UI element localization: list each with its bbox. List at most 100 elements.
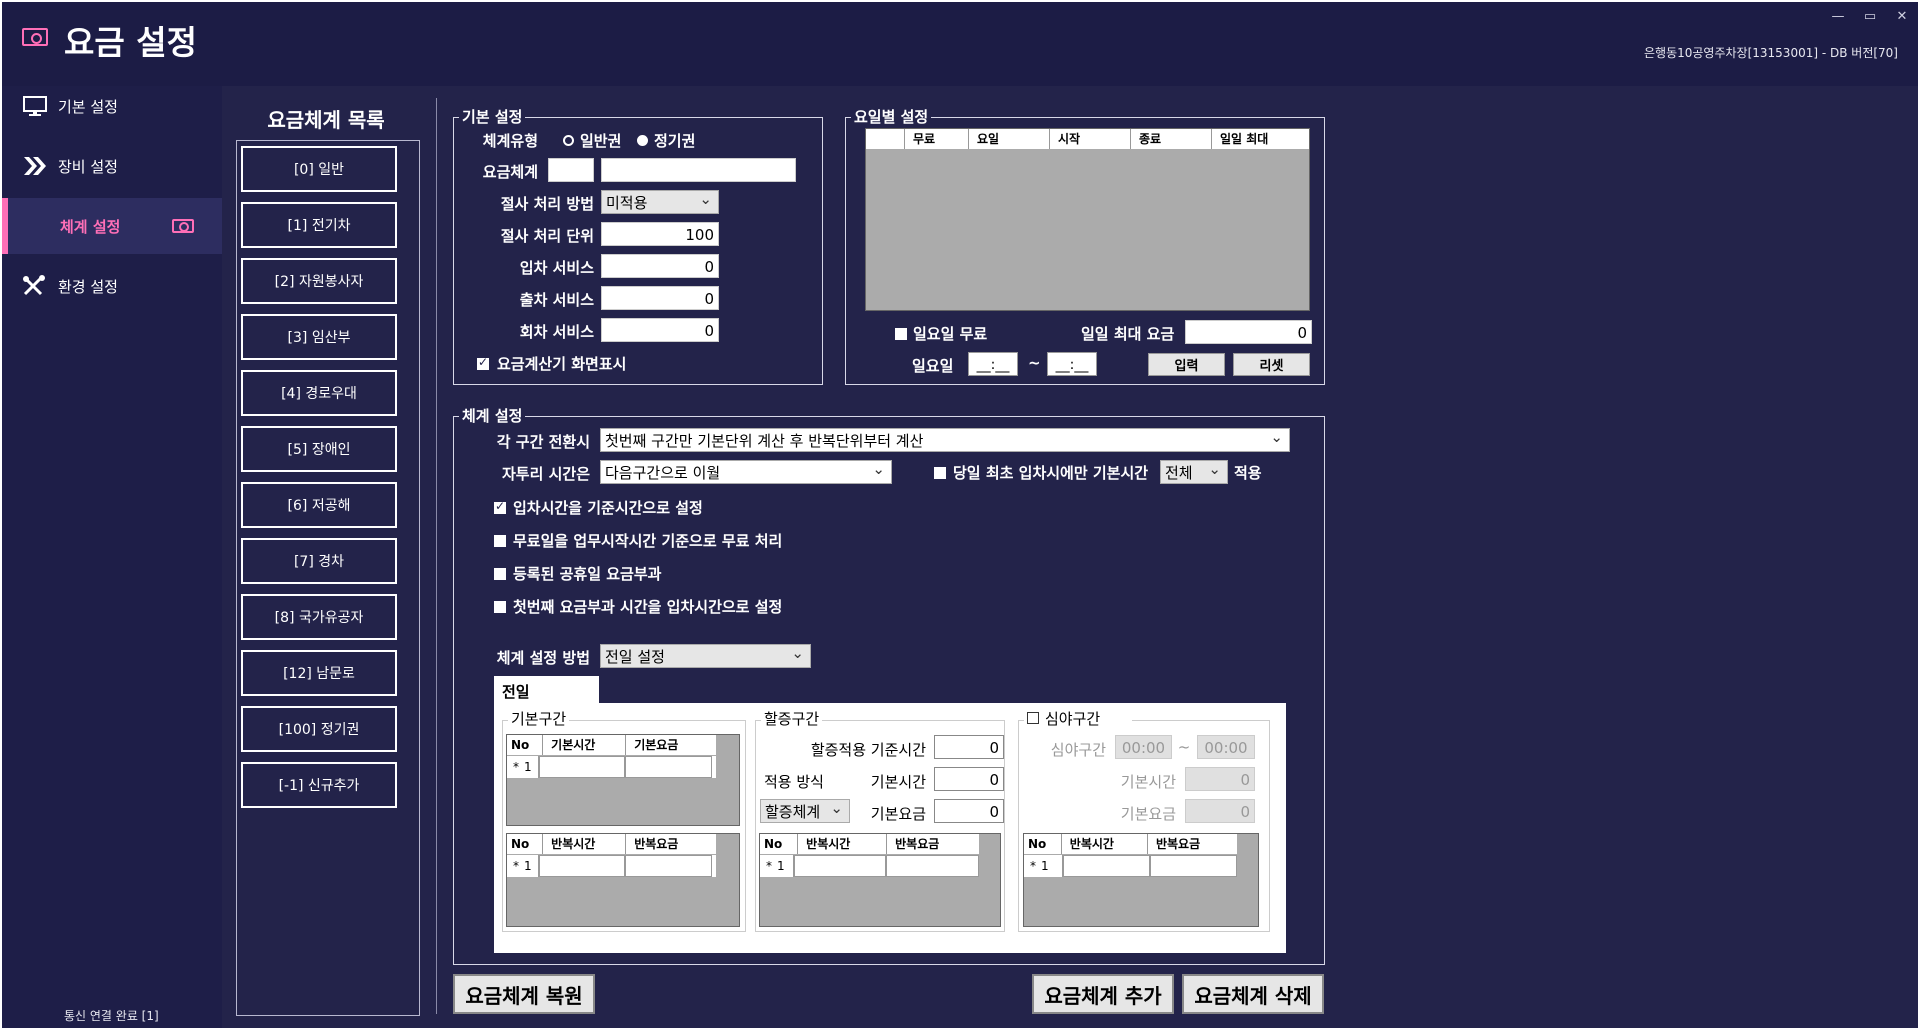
input-button[interactable]: 입력 [1148,353,1225,376]
rounding-unit-input[interactable]: 100 [601,222,719,246]
add-fee-system-button[interactable]: 요금체계 추가 [1032,974,1174,1014]
col-free: 무료 [905,129,969,149]
option-holiday-checkbox[interactable] [494,568,506,580]
grid-header: No 반복시간 반복요금 [760,834,979,854]
night-base-time-input[interactable]: 0 [1185,767,1255,791]
active-indicator [2,198,8,254]
fee-list-item[interactable]: [7] 경차 [241,538,397,584]
cell[interactable] [625,855,712,877]
col-repeat-fee: 반복요금 [887,834,979,854]
fee-list-item[interactable]: [12] 남문로 [241,650,397,696]
cell[interactable] [886,855,979,877]
night-base-time-label: 기본시간 [1120,773,1176,791]
title-bar [2,2,1918,86]
row-no: 1 [1041,859,1049,873]
first-entry-checkbox[interactable] [934,467,946,479]
base-fee-input[interactable]: 0 [934,799,1004,823]
fee-system-name-input[interactable] [601,158,796,182]
fee-list-item[interactable]: [5] 장애인 [241,426,397,472]
sunday-start-time[interactable]: __:__ [968,352,1018,376]
remaining-select[interactable]: 다음구간으로 이월 [600,460,892,484]
entry-service-label: 입차 서비스 [519,259,594,277]
season-radio[interactable] [637,135,648,146]
display-calc-label: 요금계산기 화면표시 [497,355,627,373]
display-calc-checkbox[interactable] [477,355,489,370]
fee-list-item[interactable]: [3] 임산부 [241,314,397,360]
sunday-free-checkbox[interactable] [895,328,907,340]
method-label: 체계 설정 방법 [496,649,590,667]
rounding-method-select[interactable]: 미적용 [601,190,719,214]
sidebar-item-system[interactable]: 체계 설정 [2,198,222,254]
col-no: No [507,834,544,854]
base-time-input[interactable]: 0 [934,767,1004,791]
cell[interactable] [794,855,886,877]
col-repeat-fee: 반복요금 [626,834,716,854]
night-section-checkbox[interactable] [1027,712,1039,724]
minimize-icon[interactable]: — [1830,10,1846,24]
entry-service-input[interactable]: 0 [601,254,719,278]
delete-fee-system-button[interactable]: 요금체계 삭제 [1182,974,1324,1014]
fee-list-item[interactable]: [0] 일반 [241,146,397,192]
grid-row[interactable]: * 1 [1024,855,1237,877]
tab-all-day[interactable]: 전일 [494,676,599,704]
grid-row[interactable]: * 1 [507,756,716,778]
return-service-input[interactable]: 0 [601,318,719,342]
sidebar-item-environment[interactable]: 환경 설정 [2,258,222,314]
night-range-label: 심야구간 [1050,741,1106,759]
grid-row[interactable]: * 1 [507,855,716,877]
col-end: 종료 [1131,129,1212,149]
option-free-day-checkbox[interactable] [494,535,506,547]
base-fee-label: 기본요금 [870,805,926,823]
option-first-charge-checkbox[interactable] [494,601,506,613]
cell[interactable] [625,756,712,778]
option-entry-time-checkbox[interactable] [494,499,506,514]
row-no: 1 [524,859,532,873]
fee-list-item[interactable]: [1] 전기차 [241,202,397,248]
fee-list-item[interactable]: [100] 정기권 [241,706,397,752]
first-entry-select[interactable]: 전체 [1160,460,1228,484]
close-icon[interactable]: ✕ [1894,10,1910,24]
daily-grid[interactable] [865,128,1310,311]
night-base-fee-input[interactable]: 0 [1185,799,1255,823]
exit-service-label: 출차 서비스 [519,291,594,309]
maximize-icon[interactable]: ▭ [1862,10,1878,24]
cell[interactable] [1063,855,1150,877]
method-select[interactable]: 전일 설정 [600,644,811,668]
sidebar-item-label: 기본 설정 [58,97,118,116]
method-label: 적용 방식 [764,773,824,791]
apply-label: 적용 [1234,464,1262,482]
fee-list-item[interactable]: [8] 국가유공자 [241,594,397,640]
sunday-free-label: 일요일 무료 [913,325,988,343]
surcharge-method-select[interactable]: 할증체계 [760,799,850,823]
first-entry-label: 당일 최초 입차시에만 기본시간 [953,464,1149,482]
fee-list-title: 요금체계 목록 [267,108,385,132]
grid-row[interactable]: * 1 [760,855,979,877]
fee-list-item[interactable]: [2] 자원봉사자 [241,258,397,304]
daily-max-input[interactable]: 0 [1185,320,1312,344]
page-title: 요금 설정 [64,23,197,62]
money-icon [22,28,48,46]
reset-button[interactable]: 리셋 [1233,353,1310,376]
col-daily-max: 일일 최대 [1212,129,1300,149]
fee-system-code-input[interactable] [548,158,594,182]
fee-list-item[interactable]: [4] 경로우대 [241,370,397,416]
season-radio-label: 정기권 [654,132,696,150]
cell[interactable] [539,855,625,877]
general-radio[interactable] [563,135,574,146]
apply-time-input[interactable]: 0 [934,735,1004,759]
option-label: 무료일을 업무시작시간 기준으로 무료 처리 [513,532,783,550]
fee-list-item[interactable]: [6] 저공해 [241,482,397,528]
col-repeat-time: 반복시간 [1061,834,1148,854]
sunday-end-time[interactable]: __:__ [1047,352,1097,376]
night-start-input[interactable]: 00:00 [1115,735,1172,759]
transition-select[interactable]: 첫번째 구간만 기본단위 계산 후 반복단위부터 계산 [600,428,1290,452]
row-no: 1 [777,859,785,873]
fee-list-item[interactable]: [-1] 신규추가 [241,762,397,808]
exit-service-input[interactable]: 0 [601,286,719,310]
cell[interactable] [1149,855,1237,877]
restore-button[interactable]: 요금체계 복원 [453,974,595,1014]
cell[interactable] [539,756,625,778]
sidebar-item-equipment[interactable]: 장비 설정 [2,138,222,194]
sidebar-item-basic[interactable]: 기본 설정 [2,78,222,134]
night-end-input[interactable]: 00:00 [1197,735,1255,759]
